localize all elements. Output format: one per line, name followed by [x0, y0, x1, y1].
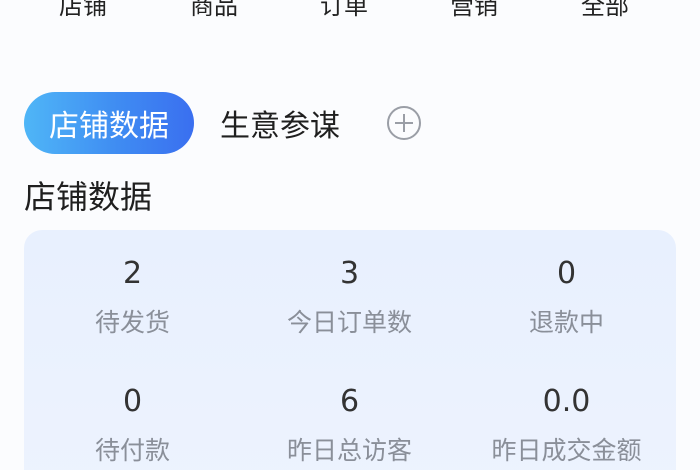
tab-store-data[interactable]: 店铺数据 [24, 92, 194, 154]
stat-value: 2 [122, 256, 143, 291]
stat-value: 0 [122, 384, 143, 419]
plus-circle-icon[interactable] [386, 105, 422, 141]
store-dashboard: 店铺 商品 订单 营销 全部 店铺数据 生意参谋 店铺数据 2 待发货 3 今日… [0, 0, 700, 470]
tab-business-advisor-label: 生意参谋 [220, 109, 340, 144]
top-nav-item-store[interactable]: 店铺 [59, 0, 107, 26]
top-nav-item-marketing[interactable]: 营销 [450, 0, 498, 26]
stat-label: 昨日总访客 [286, 436, 412, 465]
top-nav-item-products[interactable]: 商品 [190, 0, 238, 26]
stat-label: 今日订单数 [286, 308, 412, 337]
tab-business-advisor[interactable]: 生意参谋 [220, 101, 340, 145]
stat-label: 待发货 [94, 308, 170, 337]
stat-refunding[interactable]: 0 退款中 [458, 254, 675, 340]
data-tabs: 店铺数据 生意参谋 [24, 92, 422, 154]
stat-label: 退款中 [528, 308, 604, 337]
top-nav: 店铺 商品 订单 营销 全部 [0, 0, 700, 26]
top-nav-item-all[interactable]: 全部 [581, 0, 629, 26]
stats-card: 2 待发货 3 今日订单数 0 退款中 0 待付款 6 昨日总访客 0.0 昨日… [24, 230, 676, 470]
tab-store-data-label: 店铺数据 [49, 109, 169, 144]
stat-value: 3 [339, 256, 360, 291]
stat-yesterday-sales[interactable]: 0.0 昨日成交金额 [458, 382, 675, 468]
stat-pending-payment[interactable]: 0 待付款 [24, 382, 241, 468]
stat-label: 昨日成交金额 [491, 436, 642, 465]
stat-value: 0 [556, 256, 577, 291]
stat-value: 0.0 [542, 384, 591, 419]
top-nav-item-orders[interactable]: 订单 [320, 0, 368, 26]
stat-label: 待付款 [94, 436, 170, 465]
stat-yesterday-visitors[interactable]: 6 昨日总访客 [241, 382, 458, 468]
section-title: 店铺数据 [24, 178, 153, 216]
stat-today-orders[interactable]: 3 今日订单数 [241, 254, 458, 340]
stat-value: 6 [339, 384, 360, 419]
stat-pending-shipment[interactable]: 2 待发货 [24, 254, 241, 340]
